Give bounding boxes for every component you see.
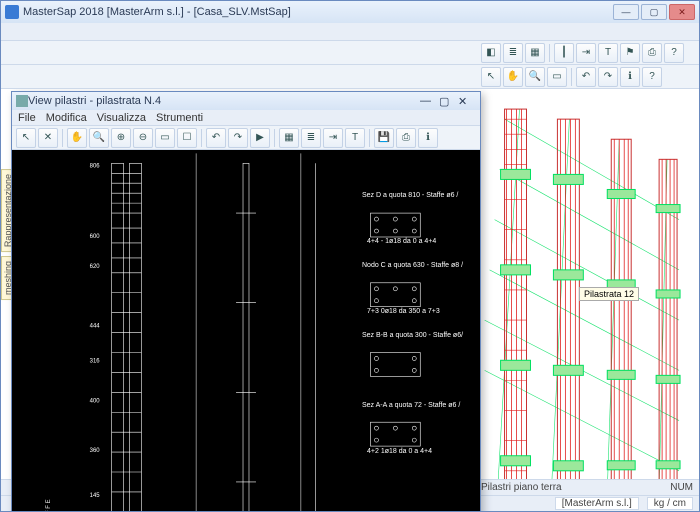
- toolbar-separator: [274, 129, 275, 147]
- section-note-1: 4+4 - 1ø18 da 0 a 4+4: [367, 238, 436, 245]
- ct-text-icon[interactable]: T: [345, 128, 365, 148]
- maximize-button[interactable]: ▢: [641, 4, 667, 20]
- ct-save-icon[interactable]: 💾: [374, 128, 394, 148]
- tool-fit-icon[interactable]: ▭: [547, 67, 567, 87]
- main-window: MasterSap 2018 [MasterArm s.l.] - [Casa_…: [0, 0, 700, 512]
- svg-text:400: 400: [90, 398, 101, 404]
- status-units: kg / cm: [647, 497, 693, 510]
- main-menubar[interactable]: [1, 23, 699, 41]
- child-menubar: File Modifica Visualizza Strumenti: [12, 110, 480, 126]
- tool-cube-icon[interactable]: ◧: [481, 43, 501, 63]
- toolbar-separator: [201, 129, 202, 147]
- tool-flag-icon[interactable]: ⚑: [620, 43, 640, 63]
- child-app-icon: [16, 95, 28, 107]
- main-title: MasterSap 2018 [MasterArm s.l.] - [Casa_…: [23, 6, 613, 18]
- status-num: NUM: [670, 482, 693, 493]
- child-close-button[interactable]: ✕: [458, 95, 476, 108]
- svg-text:360: 360: [90, 448, 101, 454]
- svg-text:806: 806: [90, 163, 101, 169]
- svg-text:145: 145: [90, 493, 101, 499]
- tool-undo-icon[interactable]: ↶: [576, 67, 596, 87]
- ct-zoom-icon[interactable]: 🔍: [89, 128, 109, 148]
- ct-undo-icon[interactable]: ↶: [206, 128, 226, 148]
- status-brand: [MasterArm s.l.]: [555, 497, 639, 510]
- ct-layers-icon[interactable]: ≣: [301, 128, 321, 148]
- section-note-2: 7+3 0ø18 da 350 a 7+3: [367, 308, 440, 315]
- cad-viewport[interactable]: 806600620 444316400 360145116 S T A F F …: [12, 150, 480, 511]
- child-minimize-button[interactable]: —: [420, 95, 438, 108]
- section-note-4: 4+2 1ø18 da 0 a 4+4: [367, 448, 432, 455]
- tool-print-icon[interactable]: ⎙: [642, 43, 662, 63]
- title-app: MasterSap 2018 [MasterArm s.l.]: [23, 6, 184, 18]
- status-context: Pilastri piano terra: [481, 482, 562, 493]
- ct-print-icon[interactable]: ⎙: [396, 128, 416, 148]
- content-area: Pilastrata 12 Rappresentazione meshing […: [1, 89, 699, 511]
- ct-hand-icon[interactable]: ✋: [67, 128, 87, 148]
- tool-arrow-icon[interactable]: ↖: [481, 67, 501, 87]
- ct-redo-icon[interactable]: ↷: [228, 128, 248, 148]
- child-title-text: View pilastri - pilastrata N.4: [28, 95, 161, 107]
- tool-ruler-icon[interactable]: ┃: [554, 43, 574, 63]
- svg-text:620: 620: [90, 264, 101, 270]
- tool-info-icon[interactable]: ℹ: [620, 67, 640, 87]
- section-title-2: Nodo C a quota 630 - Staffe ø8 /: [362, 262, 463, 269]
- toolbar-separator: [571, 68, 572, 86]
- toolbar-separator: [62, 129, 63, 147]
- tool-help2-icon[interactable]: ?: [642, 67, 662, 87]
- child-titlebar[interactable]: View pilastri - pilastrata N.4 — ▢ ✕: [12, 92, 480, 110]
- section-title-4: Sez A-A a quota 72 - Staffe ø6 /: [362, 402, 460, 409]
- main-titlebar: MasterSap 2018 [MasterArm s.l.] - [Casa_…: [1, 1, 699, 23]
- tool-grid-icon[interactable]: ▦: [525, 43, 545, 63]
- tool-text-icon[interactable]: T: [598, 43, 618, 63]
- svg-text:S T A F F E: S T A F F E: [46, 499, 52, 511]
- toolbar-separator: [549, 44, 550, 62]
- child-window: View pilastri - pilastrata N.4 — ▢ ✕ Fil…: [11, 91, 481, 511]
- tool-help-icon[interactable]: ?: [664, 43, 684, 63]
- ct-zoomin-icon[interactable]: ⊕: [111, 128, 131, 148]
- main-toolbar-2: ↖ ✋ 🔍 ▭ ↶ ↷ ℹ ?: [1, 65, 699, 89]
- svg-text:444: 444: [90, 324, 101, 330]
- menu-modifica[interactable]: Modifica: [46, 112, 87, 124]
- tool-zoom-icon[interactable]: 🔍: [525, 67, 545, 87]
- menu-strumenti[interactable]: Strumenti: [156, 112, 203, 124]
- ct-arrow-icon[interactable]: ↖: [16, 128, 36, 148]
- app-icon: [5, 5, 19, 19]
- child-maximize-button[interactable]: ▢: [439, 95, 457, 108]
- tool-redo-icon[interactable]: ↷: [598, 67, 618, 87]
- ct-fit-icon[interactable]: ▭: [155, 128, 175, 148]
- section-title-1: Sez D a quota 810 - Staffe ø6 /: [362, 192, 458, 199]
- toolbar-separator: [369, 129, 370, 147]
- main-toolbar-1: ◧ ≣ ▦ ┃ ⇥ T ⚑ ⎙ ?: [1, 41, 699, 65]
- svg-text:316: 316: [90, 358, 101, 364]
- close-button[interactable]: ✕: [669, 4, 695, 20]
- tool-hand-icon[interactable]: ✋: [503, 67, 523, 87]
- element-tooltip: Pilastrata 12: [579, 287, 639, 301]
- svg-text:600: 600: [90, 234, 101, 240]
- ct-grid-icon[interactable]: ▦: [279, 128, 299, 148]
- ct-info-icon[interactable]: ℹ: [418, 128, 438, 148]
- menu-visualizza[interactable]: Visualizza: [97, 112, 146, 124]
- ct-zoomout-icon[interactable]: ⊖: [133, 128, 153, 148]
- title-doc: [Casa_SLV.MstSap]: [194, 6, 291, 18]
- tool-dim-icon[interactable]: ⇥: [576, 43, 596, 63]
- section-title-3: Sez B-B a quota 300 - Staffe ø6/: [362, 332, 463, 339]
- ct-cross-icon[interactable]: ✕: [38, 128, 58, 148]
- ct-play-icon[interactable]: ▶: [250, 128, 270, 148]
- child-toolbar: ↖ ✕ ✋ 🔍 ⊕ ⊖ ▭ ☐ ↶ ↷ ▶ ▦ ≣ ⇥ T 💾 ⎙: [12, 126, 480, 150]
- menu-file[interactable]: File: [18, 112, 36, 124]
- minimize-button[interactable]: —: [613, 4, 639, 20]
- tool-layers-icon[interactable]: ≣: [503, 43, 523, 63]
- ct-dim-icon[interactable]: ⇥: [323, 128, 343, 148]
- ct-sel-icon[interactable]: ☐: [177, 128, 197, 148]
